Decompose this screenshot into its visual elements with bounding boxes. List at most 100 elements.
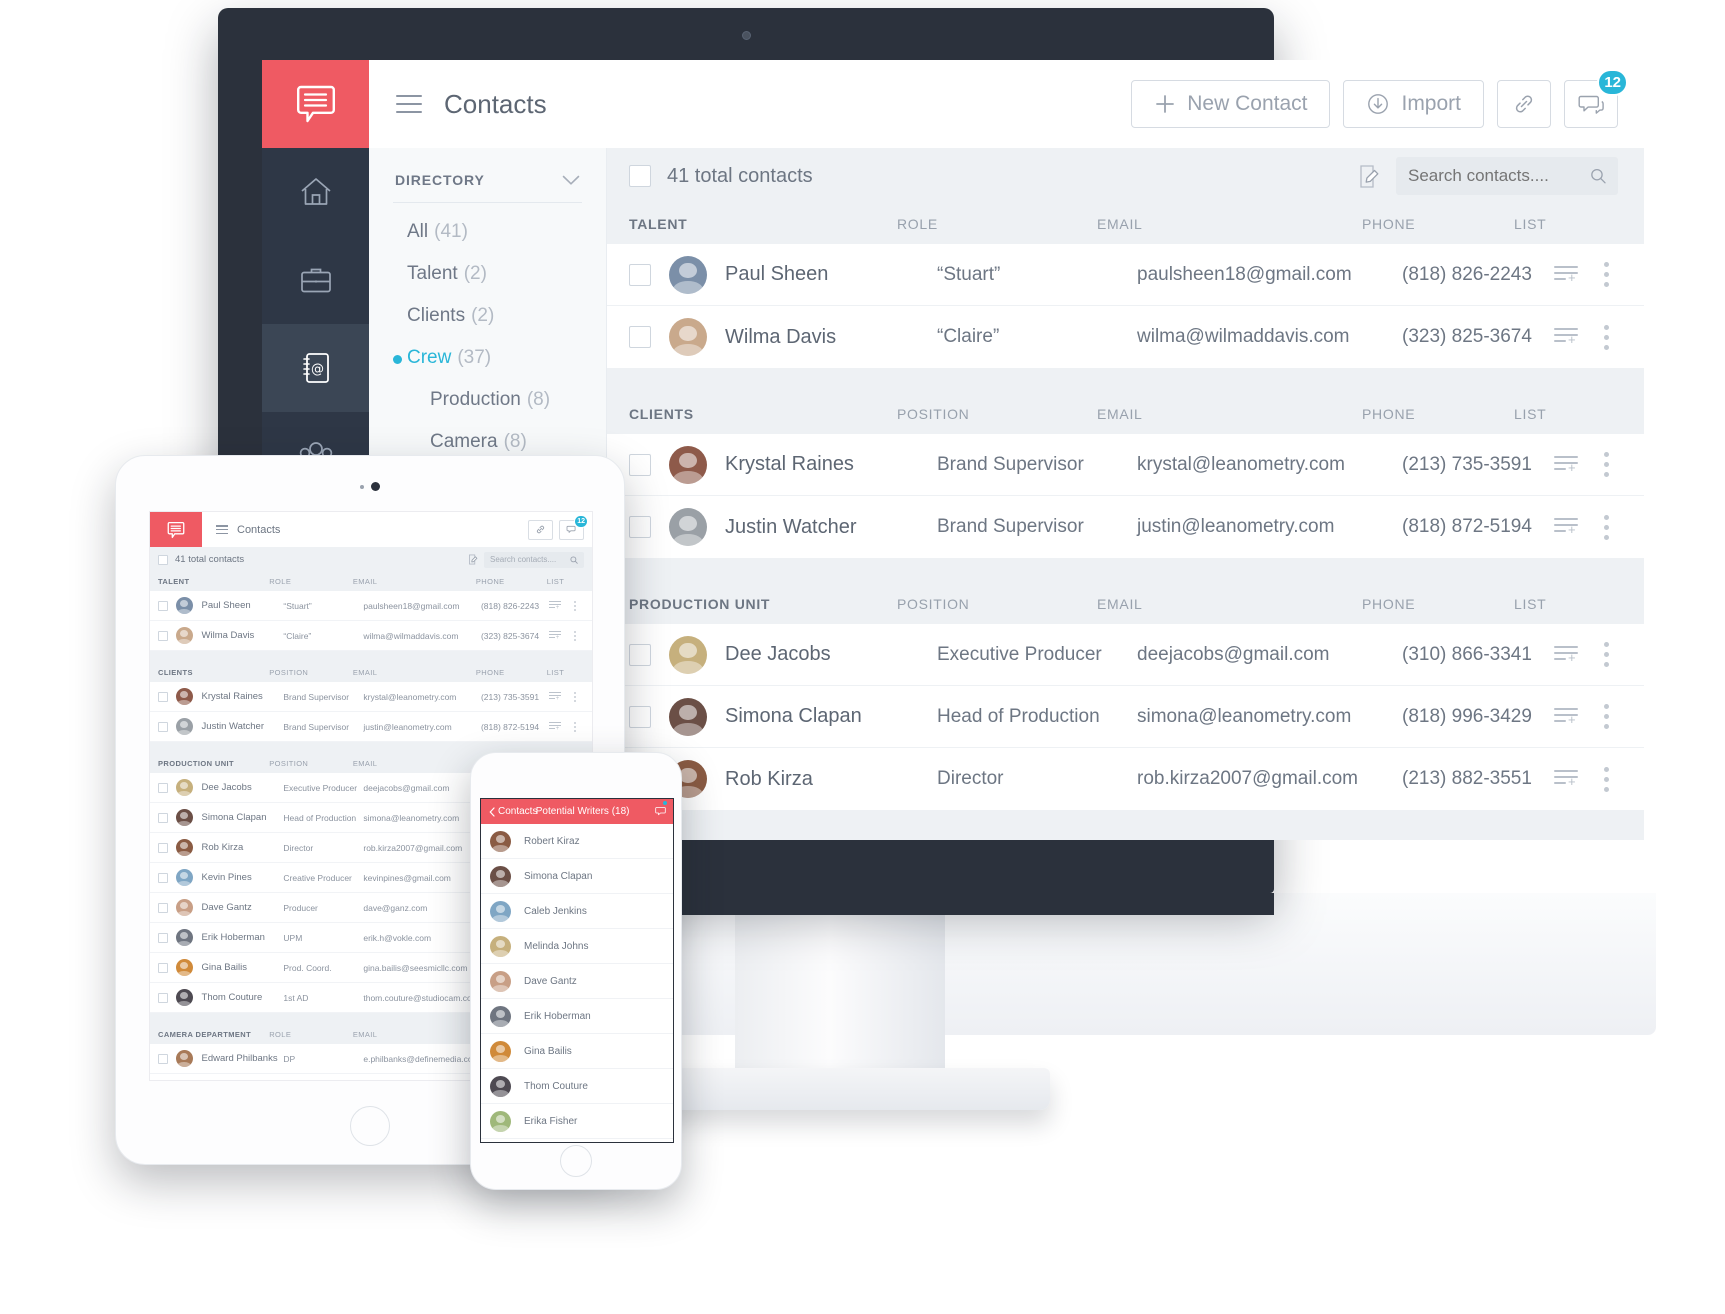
row-menu-icon[interactable] <box>573 600 576 611</box>
directory-header[interactable]: DIRECTORY <box>393 148 582 203</box>
tablet-home-button[interactable] <box>350 1106 390 1146</box>
row-checkbox[interactable] <box>158 992 168 1003</box>
add-to-list-icon[interactable]: + <box>1554 518 1578 536</box>
row-menu-icon[interactable] <box>573 691 576 702</box>
phone-back-button[interactable]: Contacts <box>489 806 537 817</box>
directory-item-talent[interactable]: Talent (2) <box>393 253 582 295</box>
row-checkbox[interactable] <box>158 721 168 732</box>
row-checkbox[interactable] <box>158 932 168 943</box>
row-checkbox[interactable] <box>158 902 168 913</box>
add-to-list-icon[interactable]: + <box>548 722 561 732</box>
contact-role: Head of Production <box>283 812 357 823</box>
directory-item-crew[interactable]: Crew (37) <box>393 337 582 379</box>
row-menu-icon[interactable] <box>1604 642 1609 667</box>
row-menu-icon[interactable] <box>1604 262 1609 287</box>
tablet-app-logo[interactable] <box>150 512 202 547</box>
link-button[interactable] <box>1497 80 1551 128</box>
phone-chat-button[interactable] <box>655 799 668 821</box>
list-item[interactable]: Robert Kiraz <box>481 824 673 859</box>
hamburger-menu-icon[interactable] <box>216 525 228 534</box>
row-menu-icon[interactable] <box>573 630 576 641</box>
row-checkbox[interactable] <box>158 782 168 793</box>
list-item[interactable]: Melinda Johns <box>481 929 673 964</box>
sidebar-item-projects[interactable] <box>262 236 369 324</box>
tablet-messages-button[interactable]: 12 <box>559 514 588 540</box>
edit-note-icon[interactable] <box>1358 164 1380 189</box>
row-checkbox[interactable] <box>629 643 651 666</box>
table-row[interactable]: Wilma Davis “Claire” wilma@wilmaddavis.com… <box>150 621 592 651</box>
avatar <box>490 1005 511 1027</box>
add-to-list-icon[interactable]: + <box>548 692 561 702</box>
tablet-search-box[interactable]: Search contacts.... <box>484 551 584 568</box>
list-item[interactable]: Dave Gantz <box>481 964 673 999</box>
sidebar-item-contacts[interactable]: @ <box>262 324 369 412</box>
sidebar-item-home[interactable] <box>262 148 369 236</box>
tablet-select-all-checkbox[interactable] <box>158 554 168 565</box>
add-to-list-icon[interactable]: + <box>1554 770 1578 788</box>
table-row[interactable]: Paul Sheen “Stuart” paulsheen18@gmail.com (… <box>607 244 1644 306</box>
table-row[interactable]: Wilma Davis “Claire” wilma@wilmaddavis.com… <box>607 306 1644 368</box>
add-to-list-icon[interactable]: + <box>548 631 561 641</box>
row-menu-icon[interactable] <box>1604 704 1609 729</box>
add-to-list-icon[interactable]: + <box>548 601 561 611</box>
directory-item-count: (2) <box>463 263 487 284</box>
row-menu-icon[interactable] <box>1604 514 1609 540</box>
list-item[interactable]: Erik Hoberman <box>481 999 673 1034</box>
list-item[interactable]: Simona Clapan <box>481 859 673 894</box>
chevron-down-icon[interactable] <box>562 175 580 186</box>
phone-home-button[interactable] <box>560 1145 592 1177</box>
table-row[interactable]: Justin Watcher Brand Supervisor justin@lea… <box>150 712 592 742</box>
directory-item-production[interactable]: Production (8) <box>393 379 582 421</box>
contact-role: Brand Supervisor <box>937 453 1084 475</box>
row-checkbox[interactable] <box>158 872 168 883</box>
section-header: CLIENTS POSITION EMAIL PHONE LIST <box>150 663 592 682</box>
add-to-list-icon[interactable]: + <box>1554 328 1578 346</box>
row-checkbox[interactable] <box>629 326 651 348</box>
select-all-checkbox[interactable] <box>629 165 651 187</box>
directory-item-clients[interactable]: Clients (2) <box>393 295 582 337</box>
add-to-list-icon[interactable]: + <box>1554 265 1578 284</box>
app-logo[interactable] <box>262 60 369 148</box>
row-checkbox[interactable] <box>629 453 651 476</box>
row-menu-icon[interactable] <box>1604 324 1609 350</box>
import-button[interactable]: Import <box>1343 80 1484 128</box>
messages-button[interactable]: 12 <box>1564 69 1628 128</box>
list-item[interactable]: Caleb Jenkins <box>481 894 673 929</box>
download-circle-icon <box>1368 94 1389 114</box>
tablet-link-button[interactable] <box>528 519 553 540</box>
row-checkbox[interactable] <box>158 812 168 823</box>
row-checkbox[interactable] <box>158 630 168 641</box>
new-contact-button[interactable]: New Contact <box>1131 80 1331 128</box>
edit-note-icon[interactable] <box>468 554 478 565</box>
table-row[interactable]: Paul Sheen “Stuart” paulsheen18@gmail.com (… <box>150 591 592 621</box>
table-row[interactable]: Krystal Raines Brand Supervisor krystal@le… <box>607 434 1644 496</box>
row-checkbox[interactable] <box>629 516 651 538</box>
row-menu-icon[interactable] <box>573 721 576 732</box>
row-checkbox[interactable] <box>158 842 168 853</box>
row-checkbox[interactable] <box>158 1053 168 1064</box>
search-input[interactable] <box>1408 166 1590 186</box>
table-row[interactable]: Simona Clapan Head of Production simona@le… <box>607 686 1644 748</box>
list-item[interactable]: Erika Fisher <box>481 1104 673 1139</box>
phone-chat-badge-dot <box>662 799 668 806</box>
add-to-list-icon[interactable]: + <box>1554 707 1578 726</box>
table-row[interactable]: Krystal Raines Brand Supervisor krystal@le… <box>150 682 592 712</box>
row-checkbox[interactable] <box>158 962 168 973</box>
row-menu-icon[interactable] <box>1604 766 1609 792</box>
add-to-list-icon[interactable]: + <box>1554 645 1578 664</box>
table-row[interactable]: Rob Kirza Director rob.kirza2007@gmail.com… <box>607 748 1644 810</box>
list-item[interactable]: Gina Bailis <box>481 1034 673 1069</box>
hamburger-menu-icon[interactable] <box>396 95 422 113</box>
directory-item-all[interactable]: All (41) <box>393 211 582 253</box>
table-row[interactable]: Dee Jacobs Executive Producer deejacobs@gm… <box>607 624 1644 686</box>
list-item[interactable]: Thom Couture <box>481 1069 673 1104</box>
row-checkbox[interactable] <box>158 600 168 611</box>
row-checkbox[interactable] <box>158 691 168 702</box>
search-box[interactable] <box>1396 157 1618 195</box>
row-checkbox[interactable] <box>629 263 651 286</box>
row-menu-icon[interactable] <box>1604 452 1609 477</box>
table-row[interactable]: Justin Watcher Brand Supervisor justin@lea… <box>607 496 1644 558</box>
row-checkbox[interactable] <box>629 705 651 728</box>
column-header: POSITION <box>897 596 970 612</box>
add-to-list-icon[interactable]: + <box>1554 455 1578 474</box>
